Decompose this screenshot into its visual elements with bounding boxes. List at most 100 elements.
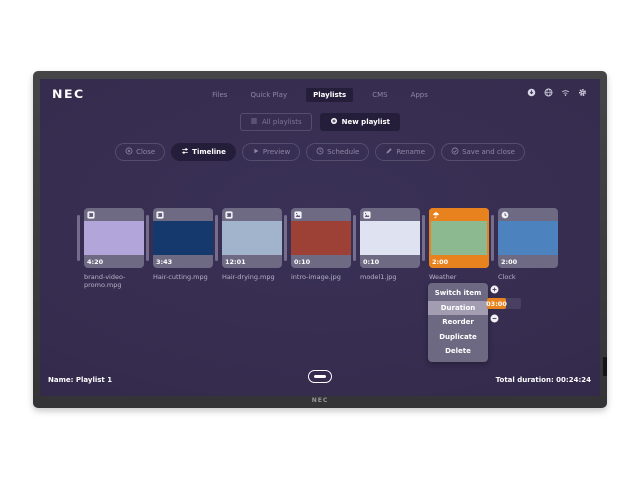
duration-value[interactable]: 03:00 — [487, 298, 506, 309]
timeline-item-duration: 4:20 — [87, 258, 103, 266]
timeline-item-footer: 2:00 — [498, 255, 558, 268]
timeline-item-name: brand-video-promo.mpg — [84, 273, 150, 290]
tab-playlists[interactable]: Playlists — [306, 88, 353, 102]
timeline-item-name: intro-image.jpg — [291, 273, 357, 281]
all-playlists-label: All playlists — [262, 118, 302, 126]
timeline-item-name: Hair-cutting.mpg — [153, 273, 219, 281]
timeline-item[interactable]: 12:01 — [222, 208, 282, 268]
timeline-separator — [215, 215, 218, 261]
editor-toolbar: Close Timeline Preview Schedule Rename — [40, 143, 600, 161]
tab-quick-play[interactable]: Quick Play — [246, 88, 291, 102]
save-and-close-button[interactable]: Save and close — [441, 143, 525, 161]
timeline-label: Timeline — [192, 148, 226, 156]
timeline-separator — [422, 215, 425, 261]
timeline-button[interactable]: Timeline — [171, 143, 236, 161]
playlist-action-row: All playlists New playlist — [40, 113, 600, 131]
minimize-handle-button[interactable] — [308, 370, 332, 383]
timeline-item-header — [84, 208, 144, 221]
monitor-bezel: NEC Files Quick Play Playlists CMS Apps … — [33, 71, 607, 408]
playlist-name-label: Name: Playlist 1 — [48, 376, 112, 384]
clock-widget-icon — [501, 211, 509, 219]
tab-files[interactable]: Files — [208, 88, 231, 102]
timeline-item[interactable]: 0:10 — [360, 208, 420, 268]
timeline-item-duration: 3:43 — [156, 258, 172, 266]
preview-button[interactable]: Preview — [242, 143, 300, 161]
timeline-item[interactable]: 0:10 — [291, 208, 351, 268]
timeline-item-header — [360, 208, 420, 221]
rename-button[interactable]: Rename — [375, 143, 435, 161]
timeline-item-header — [291, 208, 351, 221]
umbrella-icon — [432, 211, 440, 219]
image-file-icon — [363, 211, 371, 219]
timeline-item-duration: 12:01 — [225, 258, 246, 266]
video-file-icon — [225, 211, 233, 219]
close-button[interactable]: Close — [115, 143, 165, 161]
download-icon[interactable] — [527, 88, 536, 97]
timeline-item-name: Clock — [498, 273, 564, 281]
nec-bezel-logo: NEC — [33, 397, 607, 404]
duration-decrease-button[interactable] — [490, 314, 499, 323]
clock-icon — [316, 147, 324, 157]
save-and-close-label: Save and close — [462, 148, 515, 156]
new-playlist-button[interactable]: New playlist — [320, 113, 400, 131]
timeline-item-thumbnail — [431, 221, 487, 255]
sliders-icon — [181, 147, 189, 157]
timeline-item[interactable]: 4:20 — [84, 208, 144, 268]
timeline-item-header — [498, 208, 558, 221]
handle-bar-icon — [314, 375, 326, 379]
list-icon — [250, 117, 258, 127]
close-label: Close — [136, 148, 155, 156]
schedule-button[interactable]: Schedule — [306, 143, 369, 161]
timeline-item-footer: 12:01 — [222, 255, 282, 268]
timeline-item-name: Weather — [429, 273, 495, 281]
display-screen: NEC Files Quick Play Playlists CMS Apps … — [40, 79, 600, 396]
tab-cms[interactable]: CMS — [368, 88, 391, 102]
wifi-icon[interactable] — [561, 88, 570, 97]
power-sensor-notch — [603, 357, 607, 376]
timeline-item-footer: 3:43 — [153, 255, 213, 268]
timeline-item-duration: 2:00 — [432, 258, 448, 266]
timeline-item-footer: 0:10 — [360, 255, 420, 268]
globe-icon[interactable] — [544, 88, 553, 97]
timeline-item-footer: 0:10 — [291, 255, 351, 268]
menu-item-duplicate[interactable]: Duplicate — [428, 330, 488, 345]
timeline-separator — [353, 215, 356, 261]
gear-icon[interactable] — [578, 88, 587, 97]
timeline-item-header — [222, 208, 282, 221]
timeline-item-duration: 0:10 — [294, 258, 310, 266]
page: NEC Files Quick Play Playlists CMS Apps … — [0, 0, 640, 480]
timeline-item-name: model1.jpg — [360, 273, 426, 281]
rename-label: Rename — [396, 148, 425, 156]
timeline-separator — [284, 215, 287, 261]
preview-label: Preview — [263, 148, 290, 156]
timeline-item-duration: 0:10 — [363, 258, 379, 266]
timeline-separator — [146, 215, 149, 261]
image-file-icon — [294, 211, 302, 219]
duration-input[interactable]: 03:00 — [487, 298, 521, 309]
timeline-item-thumbnail — [291, 221, 351, 255]
timeline-separator — [77, 215, 80, 261]
timeline-item-name: Hair-drying.mpg — [222, 273, 288, 281]
check-circle-icon — [451, 147, 459, 157]
timeline-item-thumbnail — [153, 221, 213, 255]
timeline-item-thumbnail — [498, 221, 558, 255]
new-playlist-label: New playlist — [342, 118, 390, 126]
timeline-item-selected[interactable]: 2:00 — [429, 208, 489, 268]
menu-item-delete[interactable]: Delete — [428, 344, 488, 359]
timeline-item-header — [429, 208, 489, 221]
total-duration-label: Total duration: 00:24:24 — [496, 376, 591, 384]
video-file-icon — [87, 211, 95, 219]
duration-increase-button[interactable] — [490, 285, 499, 294]
timeline-item-footer: 4:20 — [84, 255, 144, 268]
timeline-item-duration: 2:00 — [501, 258, 517, 266]
plus-circle-icon — [330, 117, 338, 127]
all-playlists-button[interactable]: All playlists — [240, 113, 312, 131]
menu-item-switch-item[interactable]: Switch item — [428, 286, 488, 301]
timeline-item[interactable]: 2:00 — [498, 208, 558, 268]
tab-apps[interactable]: Apps — [407, 88, 432, 102]
timeline-item-thumbnail — [222, 221, 282, 255]
menu-item-duration[interactable]: Duration — [428, 301, 488, 316]
timeline-item[interactable]: 3:43 — [153, 208, 213, 268]
item-context-menu: Switch item Duration Reorder Duplicate D… — [428, 283, 488, 362]
menu-item-reorder[interactable]: Reorder — [428, 315, 488, 330]
